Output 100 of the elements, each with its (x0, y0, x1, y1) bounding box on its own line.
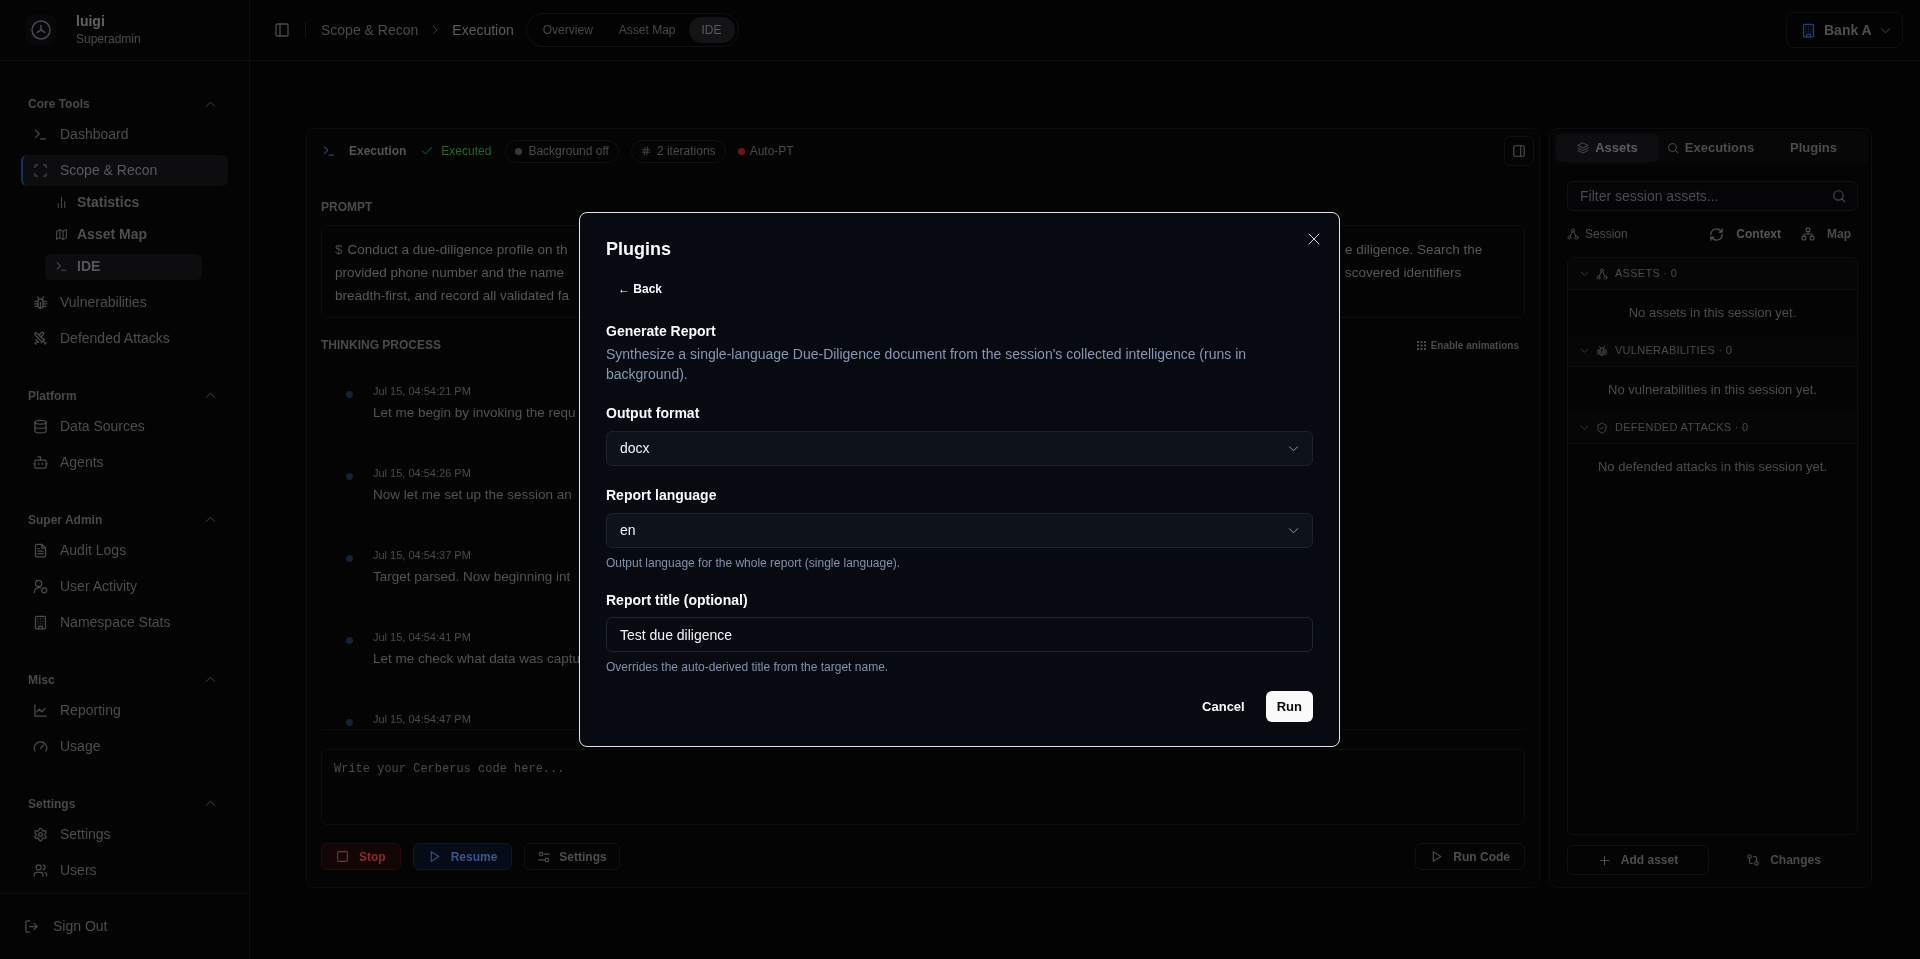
run-button[interactable]: Run (1265, 691, 1313, 722)
section-header[interactable]: Super Admin (21, 509, 228, 530)
scope-label: Session (1585, 226, 1628, 243)
nodes-icon (1567, 228, 1579, 240)
chevron-right-icon (430, 25, 441, 35)
database-icon (33, 418, 48, 434)
play-icon (1430, 850, 1444, 863)
sidebar-toggle-icon[interactable] (274, 22, 290, 38)
prompt-text: e diligence. Search the (1345, 241, 1483, 259)
panel-toggle-button[interactable] (1504, 136, 1534, 166)
grid-icon (1416, 340, 1426, 350)
panel-toggle-icon (1512, 144, 1526, 158)
sliders-icon (537, 849, 552, 864)
dropdown-select[interactable]: docx (606, 431, 1313, 466)
terminal-icon (33, 127, 48, 142)
map-button[interactable]: Map (1801, 225, 1851, 243)
view-tab[interactable]: IDE (688, 17, 735, 43)
terminal-icon (322, 144, 336, 158)
nav-item[interactable]: Audit Logs (21, 534, 228, 566)
nav-item[interactable]: Dashboard (21, 119, 228, 150)
chevron-up-icon (205, 798, 216, 809)
step-text: Let me begin by invoking the requ (373, 404, 576, 422)
filter-field[interactable]: Filter session assets... (1567, 181, 1858, 211)
robot-icon (33, 454, 48, 470)
bug-icon (1596, 344, 1608, 357)
prompt-text: provided phone number and the name (335, 264, 564, 282)
nav-item[interactable]: Reporting (21, 694, 228, 726)
panel-tab[interactable]: Assets (1556, 134, 1659, 162)
nav-subitem[interactable]: Asset Map (45, 221, 202, 248)
refresh-icon (1709, 226, 1725, 242)
nav-item[interactable]: Data Sources (21, 410, 228, 442)
view-tab[interactable]: Overview (529, 17, 606, 43)
context-button[interactable]: Context (1709, 225, 1781, 243)
chevron-up-icon (205, 514, 216, 525)
nav-item[interactable]: Agents (21, 446, 228, 478)
nav-item[interactable]: Namespace Stats (21, 606, 228, 638)
stop-button[interactable]: Stop (321, 843, 401, 870)
execution-status: Executed (441, 143, 492, 160)
stop-square-icon (336, 850, 349, 863)
nav-subitem[interactable]: IDE (45, 253, 202, 280)
close-icon[interactable] (1308, 233, 1320, 245)
logout-icon (24, 919, 39, 934)
cancel-button[interactable]: Cancel (1190, 691, 1257, 722)
step-time: Jul 15, 04:54:37 PM (373, 549, 472, 561)
document-icon (33, 542, 48, 558)
help-text: Output language for the whole report (single language). (606, 555, 902, 571)
step-time: Jul 15, 04:54:26 PM (373, 467, 472, 479)
plugin-name: Generate Report (606, 322, 717, 341)
chevron-down-icon (1288, 443, 1299, 454)
bug-icon (33, 294, 48, 310)
workspace-button[interactable]: Bank A (1786, 12, 1903, 48)
settings-icon (33, 826, 48, 842)
code-editor[interactable]: Write your Cerberus code here... (321, 749, 1525, 825)
back-button[interactable]: ← Back (606, 277, 675, 301)
check-icon (421, 145, 434, 157)
iterations-label: 2 iterations (656, 143, 716, 160)
step-time: Jul 15, 04:54:47 PM (373, 713, 471, 725)
panel-tab[interactable]: Plugins (1762, 134, 1865, 162)
chevron-down-icon (1288, 525, 1299, 536)
section-header[interactable]: Settings (21, 793, 228, 814)
add-asset-button[interactable]: Add asset (1567, 845, 1709, 875)
view-tab[interactable]: Asset Map (605, 17, 689, 43)
nav-item[interactable]: User Activity (21, 570, 228, 602)
user-gear-icon (33, 578, 48, 594)
execution-title: Execution (349, 143, 407, 160)
shield-icon (1596, 421, 1608, 434)
nav-item[interactable]: Settings (21, 818, 228, 850)
changes-button[interactable]: Changes (1709, 845, 1858, 875)
animations-toggle[interactable]: Enable animations (1416, 337, 1525, 353)
git-compare-icon (1746, 853, 1761, 867)
run-code-button[interactable]: Run Code (1415, 843, 1525, 870)
nav-item[interactable]: Defended Attacks (21, 322, 228, 354)
section-header[interactable]: Core Tools (21, 94, 228, 114)
building-icon (33, 614, 48, 630)
nav-subitem[interactable]: Statistics (45, 189, 202, 216)
nav-item[interactable]: Vulnerabilities (21, 286, 228, 318)
building-icon (1801, 22, 1816, 38)
hash-icon (640, 146, 651, 156)
search-icon (1666, 142, 1679, 154)
field-label: Report language (606, 486, 718, 505)
section-header[interactable]: Misc (21, 669, 228, 690)
chevron-down-icon (1580, 346, 1589, 355)
nav-item[interactable]: Users (21, 854, 228, 886)
section-header[interactable]: Platform (21, 385, 228, 406)
nav-item[interactable]: Usage (21, 730, 228, 762)
prompt-text: scovered identifiers (1345, 264, 1462, 282)
nav-item[interactable]: Scope & Recon (21, 155, 228, 186)
step-text: Target parsed. Now beginning int (373, 568, 571, 586)
panel-tab[interactable]: Executions (1659, 134, 1762, 162)
dropdown-select[interactable]: en (606, 513, 1313, 548)
crossed-swords-icon (33, 330, 48, 346)
sign-out-link[interactable]: Sign Out (24, 916, 108, 937)
help-text: Overrides the auto-derived title from the target name. (606, 659, 890, 675)
status-label: Background off (528, 143, 609, 160)
text-input[interactable]: Test due diligence (606, 617, 1313, 652)
breadcrumb-link[interactable]: Scope & Recon (321, 19, 419, 41)
line-chart-icon (33, 702, 48, 718)
resume-button[interactable]: Resume (412, 843, 513, 870)
settings-button[interactable]: Settings (524, 843, 620, 870)
search-icon (1832, 189, 1846, 203)
